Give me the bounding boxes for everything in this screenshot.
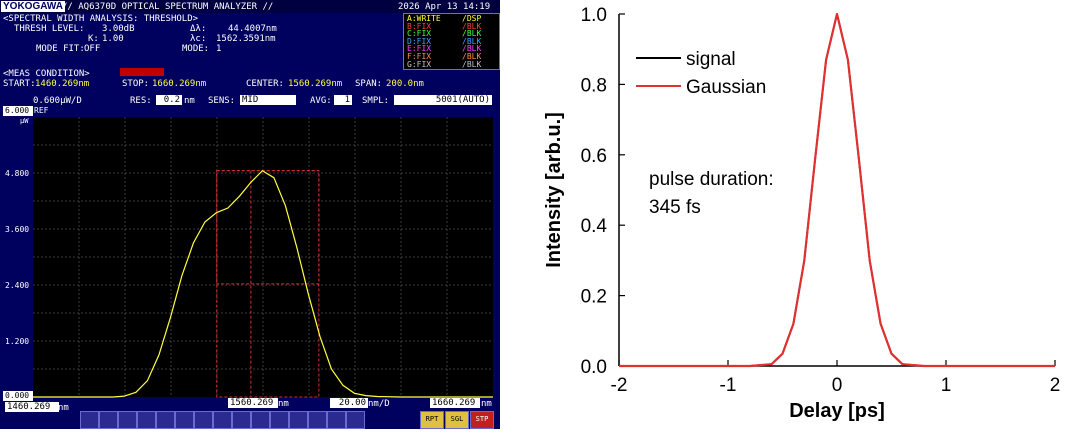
series-line-gaussian bbox=[619, 12, 1055, 368]
x-tick-label: 1 bbox=[941, 375, 952, 396]
function-key[interactable] bbox=[289, 411, 308, 429]
x-right-box[interactable]: 1660.269 bbox=[430, 398, 480, 408]
function-key[interactable] bbox=[251, 411, 270, 429]
y-bottom-box: 0.000 bbox=[3, 391, 33, 401]
function-key[interactable] bbox=[270, 411, 289, 429]
x-right-unit: nm bbox=[481, 399, 492, 409]
osa-trace-layer: 4.800 3.600 2.400 1.200 bbox=[5, 117, 493, 398]
y-tick-label: 0.6 bbox=[581, 146, 607, 167]
x-left-box[interactable]: 1460.269 bbox=[5, 402, 59, 412]
function-key[interactable] bbox=[175, 411, 194, 429]
stop-button[interactable]: STP bbox=[470, 411, 494, 429]
x-center-box[interactable]: 1560.269 bbox=[228, 398, 278, 408]
function-key[interactable] bbox=[232, 411, 251, 429]
function-key[interactable] bbox=[99, 411, 118, 429]
single-button[interactable]: SGL bbox=[445, 411, 469, 429]
y-tick-label: 2.400 bbox=[5, 281, 29, 290]
legend-label: Gaussian bbox=[686, 77, 766, 98]
y-axis-label: Intensity [arb.u.] bbox=[543, 112, 565, 268]
y-tick-label: 1.200 bbox=[5, 337, 29, 346]
x-step-box[interactable]: 20.00 bbox=[330, 398, 368, 408]
osa-screen: YOKOGAWA // AQ6370D OPTICAL SPECTRUM ANA… bbox=[0, 0, 500, 429]
x-tick-label: 0 bbox=[832, 375, 843, 396]
function-key[interactable] bbox=[137, 411, 156, 429]
function-key[interactable] bbox=[118, 411, 137, 429]
y-tick-label: 3.600 bbox=[5, 225, 29, 234]
x-center-unit: nm bbox=[278, 399, 289, 409]
y-tick-label: 0.2 bbox=[581, 287, 607, 308]
pulse-duration-annotation: 345 fs bbox=[649, 197, 701, 218]
chart-svg: 0.0 0.2 0.4 0.6 0.8 1.0 -2 -1 0 1 2 Delay [ps] Inten… bbox=[543, 5, 1061, 422]
y-tick-label: 4.800 bbox=[5, 169, 29, 178]
function-key[interactable] bbox=[346, 411, 365, 429]
x-tick-label: 2 bbox=[1050, 375, 1061, 396]
legend-label: signal bbox=[686, 49, 736, 70]
y-tick-label: 0.4 bbox=[581, 216, 608, 237]
threshold-window bbox=[216, 170, 320, 285]
autocorrelation-chart: 0.0 0.2 0.4 0.6 0.8 1.0 -2 -1 0 1 2 Delay [ps] Inten… bbox=[520, 0, 1066, 429]
function-key[interactable] bbox=[213, 411, 232, 429]
function-key[interactable] bbox=[80, 411, 99, 429]
y-tick-label: 0.8 bbox=[581, 75, 607, 96]
x-left-unit: nm bbox=[58, 403, 69, 413]
x-step-unit: nm/D bbox=[368, 399, 390, 409]
series-line-signal bbox=[619, 13, 1055, 367]
function-key[interactable] bbox=[156, 411, 175, 429]
x-tick-label: -1 bbox=[720, 375, 737, 396]
function-key[interactable] bbox=[308, 411, 327, 429]
function-key[interactable] bbox=[327, 411, 346, 429]
y-tick-label: 0.0 bbox=[581, 357, 607, 378]
function-key[interactable] bbox=[194, 411, 213, 429]
pulse-duration-annotation: pulse duration: bbox=[649, 169, 774, 190]
x-axis-label: Delay [ps] bbox=[789, 400, 885, 422]
y-tick-label: 1.0 bbox=[581, 5, 607, 26]
repeat-button[interactable]: RPT bbox=[420, 411, 444, 429]
x-tick-label: -2 bbox=[611, 375, 628, 396]
